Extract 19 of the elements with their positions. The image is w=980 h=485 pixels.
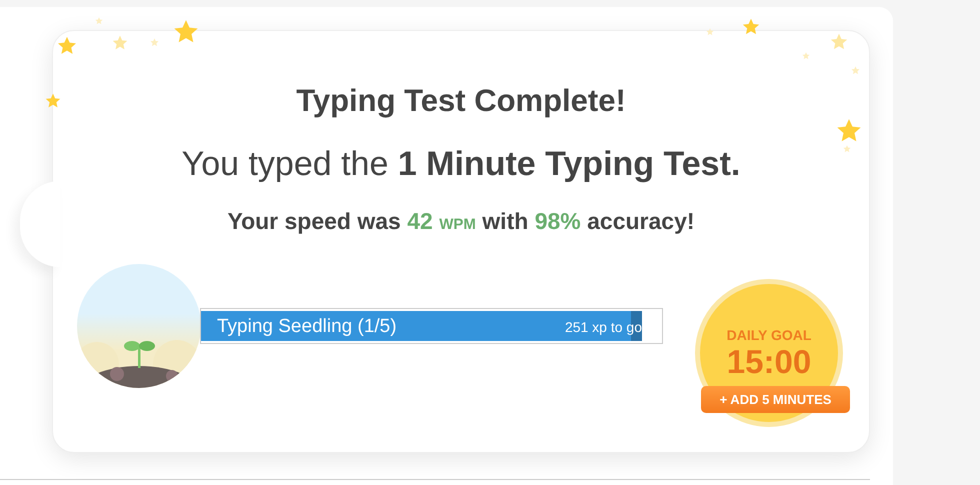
star-icon	[95, 17, 103, 25]
star-icon	[742, 18, 760, 36]
star-icon	[112, 35, 128, 51]
star-icon	[802, 52, 810, 60]
star-icon	[830, 33, 848, 51]
daily-goal-label: DAILY GOAL	[726, 327, 812, 343]
xp-remaining: 251 xp to go	[564, 319, 642, 335]
daily-goal-time: 15:00	[726, 345, 812, 378]
add-minutes-button[interactable]: + ADD 5 MINUTES	[701, 386, 850, 413]
speed-sentence: Your speed was 42 WPM with 98% accuracy!	[227, 208, 695, 235]
star-icon	[150, 38, 159, 47]
star-icon	[851, 66, 860, 75]
result-title: Typing Test Complete!	[296, 83, 626, 119]
star-icon	[706, 28, 714, 36]
star-icon	[57, 36, 77, 56]
test-name-sentence: You typed the 1 Minute Typing Test.	[182, 145, 740, 184]
star-icon	[173, 19, 199, 45]
rank-label: Typing Seedling (1/5)	[217, 316, 397, 338]
star-icon	[45, 93, 61, 109]
